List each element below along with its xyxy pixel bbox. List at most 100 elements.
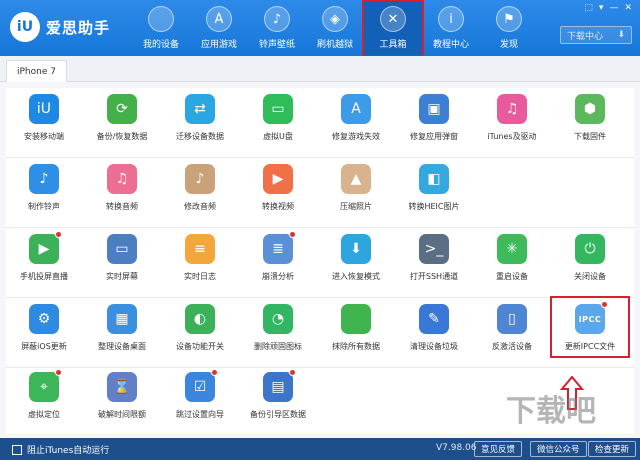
tool-item[interactable]: ♫ 转换音频	[84, 158, 160, 228]
tool-label: 整理设备桌面	[98, 342, 146, 351]
new-badge-dot	[211, 369, 218, 376]
new-badge-dot	[289, 231, 296, 238]
tool-item[interactable]: ⬢ 下载固件	[552, 88, 628, 158]
tool-glyph: >_	[424, 241, 444, 257]
photo-icon: ▲	[341, 164, 371, 194]
tool-label: 修复应用弹窗	[410, 132, 458, 141]
wechat-button[interactable]: 微信公众号	[530, 441, 587, 457]
tool-item[interactable]: ◧ 转换HEIC图片	[396, 158, 472, 228]
check-update-button[interactable]: 检查更新	[588, 441, 637, 457]
briefcase-icon: ♪	[264, 6, 290, 32]
tool-item[interactable]: ◐ 设备功能开关	[162, 298, 238, 368]
download-center-label: 下载中心	[567, 31, 604, 42]
dropbox-icon: ◈	[322, 6, 348, 32]
tool-label: 压缩照片	[340, 202, 372, 211]
skin-icon[interactable]: ⬚	[584, 3, 593, 13]
tool-item[interactable]: >_ 打开SSH通道	[396, 228, 472, 298]
tool-item[interactable]: ◔ 删除顽固图标	[240, 298, 316, 368]
feedback-button[interactable]: 意见反馈	[474, 441, 523, 457]
tool-glyph: A	[351, 101, 361, 117]
tool-item[interactable]: iU 安装移动端	[6, 88, 82, 158]
tool-item[interactable]: ⇄ 迁移设备数据	[162, 88, 238, 158]
tool-glyph: ✎	[428, 311, 440, 327]
tool-label: 删除顽固图标	[254, 342, 302, 351]
tab-device[interactable]: iPhone 7	[6, 60, 67, 82]
tool-glyph: ♪	[195, 171, 205, 187]
tool-item[interactable]: ▯ 反激活设备	[474, 298, 550, 368]
tool-item[interactable]: ☑ 跳过设置向导	[162, 366, 238, 436]
app-name: 爱思助手	[46, 18, 111, 37]
minimize-icon[interactable]: —	[609, 3, 618, 13]
checkbox-box-icon	[12, 444, 22, 455]
main-nav: 我的设备 A 应用游戏 ♪ 铃声壁纸 ◈ 刷机越狱 ✕ 工具箱 i 教程中心 ⚑ 发现	[132, 0, 538, 57]
tool-item[interactable]: ▣ 修复应用弹窗	[396, 88, 472, 158]
tool-glyph: ▶	[272, 171, 284, 187]
tool-item[interactable]: ♪ 制作铃声	[6, 158, 82, 228]
nav-item-4[interactable]: ✕ 工具箱	[362, 0, 424, 57]
heic-image-icon: ◧	[419, 164, 449, 194]
recovery-mode-icon: ⬇	[341, 234, 371, 264]
tool-item[interactable]: ⏻ 关闭设备	[552, 228, 628, 298]
bell-icon: ♪	[29, 164, 59, 194]
nav-item-0[interactable]: 我的设备	[132, 0, 190, 56]
menu-icon[interactable]: ▾	[599, 3, 604, 13]
erase-apple-icon	[341, 304, 371, 334]
download-center-button[interactable]: 下载中心 ⬇	[560, 26, 632, 44]
tool-item[interactable]: ⌖ 虚拟定位	[6, 366, 82, 436]
tool-item[interactable]: ≡ 实时日志	[162, 228, 238, 298]
tool-label: 实时屏幕	[106, 272, 138, 281]
tool-item[interactable]: ⌛ 破解时间限额	[84, 366, 160, 436]
watermark: 下载吧	[506, 394, 596, 429]
tool-label: 清理设备垃圾	[410, 342, 458, 351]
tool-glyph: iU	[36, 101, 52, 117]
deactivate-icon: ▯	[497, 304, 527, 334]
tool-label: 安装移动端	[24, 132, 64, 141]
tool-item[interactable]: ▶ 转换视频	[240, 158, 316, 228]
tool-glyph: IPCC	[578, 314, 602, 324]
tool-item[interactable]: ▤ 备份引导区数据	[240, 366, 316, 436]
close-icon[interactable]: ✕	[624, 3, 632, 13]
tool-item[interactable]: ▭ 实时屏幕	[84, 228, 160, 298]
tool-item[interactable]: ≣ 崩溃分析	[240, 228, 316, 298]
monitor-icon: ▭	[107, 234, 137, 264]
tool-item[interactable]: ✳ 重启设备	[474, 228, 550, 298]
tool-item[interactable]: ▭ 虚拟U盘	[240, 88, 316, 158]
tool-label: 重启设备	[496, 272, 528, 281]
flag-icon: ⚑	[496, 6, 522, 32]
iu-logo-icon: iU	[29, 94, 59, 124]
tool-glyph: ▦	[115, 311, 129, 327]
tool-glyph: ≡	[194, 241, 206, 257]
tool-item[interactable]: ⚙ 屏蔽iOS更新	[6, 298, 82, 368]
tool-label: 实时日志	[184, 272, 216, 281]
tool-label: 迁移设备数据	[176, 132, 224, 141]
tool-label: 崩溃分析	[262, 272, 294, 281]
tool-glyph: ▤	[271, 379, 285, 395]
nav-item-2[interactable]: ♪ 铃声壁纸	[248, 0, 306, 56]
nav-label: 铃声壁纸	[258, 40, 295, 50]
tool-item[interactable]: ⟳ 备份/恢复数据	[84, 88, 160, 158]
tool-label: iTunes及驱动	[487, 132, 537, 141]
tool-item[interactable]: 抹除所有数据	[318, 298, 394, 368]
nav-item-5[interactable]: i 教程中心	[422, 0, 480, 56]
tool-label: 虚拟定位	[28, 410, 60, 419]
tool-item[interactable]: IPCC 更新IPCC文件	[552, 298, 628, 368]
tool-item[interactable]: A 修复游戏失效	[318, 88, 394, 158]
new-badge-dot	[55, 231, 62, 238]
tool-item[interactable]: ✎ 清理设备垃圾	[396, 298, 472, 368]
block-itunes-checkbox[interactable]: 阻止iTunes自动运行	[12, 443, 109, 456]
nav-item-6[interactable]: ⚑ 发现	[480, 0, 538, 56]
nav-item-3[interactable]: ◈ 刷机越狱	[306, 0, 364, 56]
tool-item[interactable]: ▶ 手机投屏直播	[6, 228, 82, 298]
tool-item[interactable]: ♫ iTunes及驱动	[474, 88, 550, 158]
tool-label: 屏蔽iOS更新	[21, 342, 67, 351]
nav-label: 我的设备	[142, 40, 179, 50]
device-tab-bar: iPhone 7	[0, 56, 640, 82]
tool-item[interactable]: ⬇ 进入恢复模式	[318, 228, 394, 298]
nav-label: 应用游戏	[200, 40, 237, 50]
nav-item-1[interactable]: A 应用游戏	[190, 0, 248, 56]
tool-item[interactable]: ▲ 压缩照片	[318, 158, 394, 228]
video-icon: ▶	[263, 164, 293, 194]
tool-item[interactable]: ♪ 修改音频	[162, 158, 238, 228]
tool-item[interactable]: ▦ 整理设备桌面	[84, 298, 160, 368]
tool-glyph: ⇄	[194, 101, 206, 117]
